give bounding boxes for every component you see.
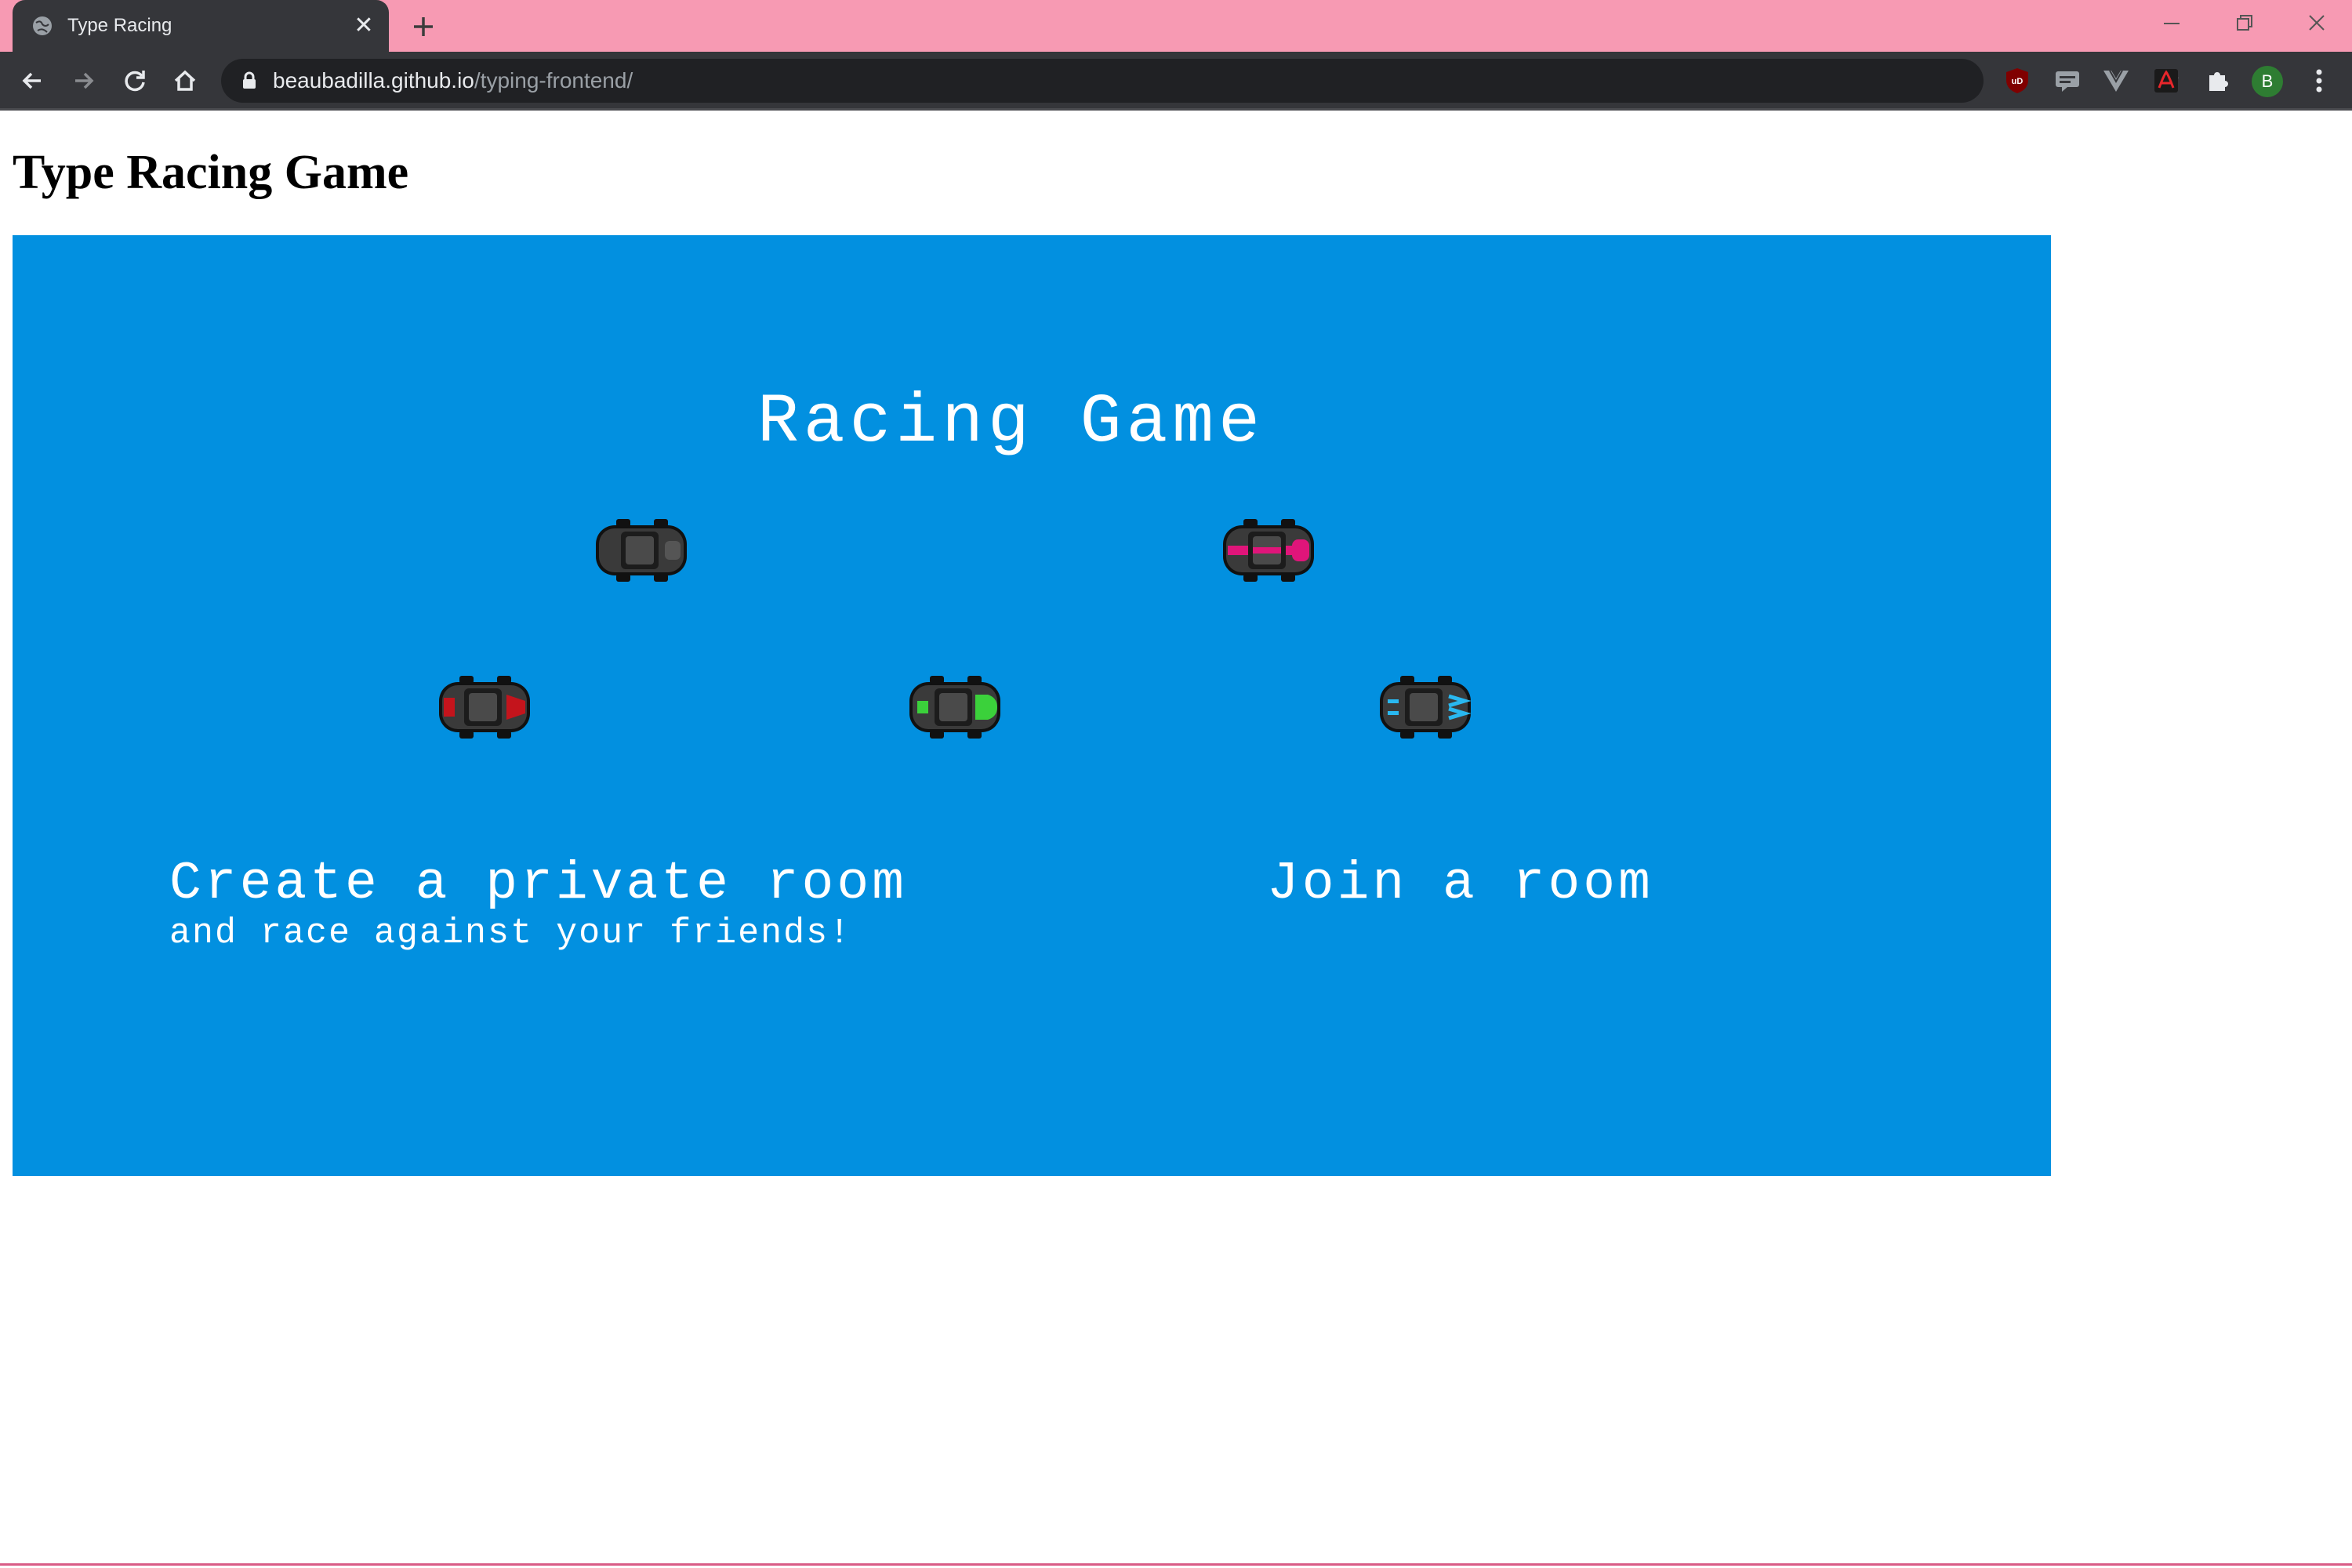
create-room-label: Create a private room (169, 854, 907, 914)
back-arrow-icon[interactable] (16, 64, 50, 98)
pink-car-icon (1223, 519, 1314, 582)
game-title: Racing Game (757, 384, 1265, 462)
reload-icon[interactable] (118, 64, 152, 98)
join-room-label: Join a room (1267, 854, 1653, 914)
extensions-puzzle-icon[interactable] (2203, 66, 2233, 96)
bottom-edge-line (0, 1563, 2352, 1566)
new-tab-plus-icon[interactable] (406, 9, 441, 44)
browser-tab-strip: Type Racing ✕ (0, 0, 2352, 52)
address-bar[interactable]: beaubadilla.github.io/typing-frontend/ (221, 59, 2179, 103)
toolbar-divider (0, 108, 2352, 111)
url-host: beaubadilla.github.io (273, 68, 474, 93)
blue-car-icon (1380, 676, 1472, 739)
forward-arrow-icon[interactable] (66, 64, 100, 98)
profile-avatar[interactable]: B (2252, 66, 2283, 97)
page-title: Type Racing Game (13, 146, 409, 199)
browser-toolbar: beaubadilla.github.io/typing-frontend/ u… (0, 52, 2352, 110)
close-window-icon[interactable] (2292, 8, 2339, 39)
red-car-icon (439, 676, 530, 739)
tab-title: Type Racing (67, 15, 172, 36)
game-canvas[interactable]: Racing Game Create a private room and ra… (13, 235, 2051, 1176)
join-room-button[interactable]: Join a room (1267, 855, 1653, 914)
more-menu-icon[interactable] (2308, 64, 2330, 97)
create-private-room-button[interactable]: Create a private room and race against y… (169, 855, 907, 953)
gray-car-icon (596, 519, 687, 582)
adobe-acrobat-icon[interactable] (2151, 66, 2181, 96)
home-icon[interactable] (168, 64, 202, 98)
svg-text:uD: uD (2012, 77, 2024, 86)
url-text: beaubadilla.github.io/typing-frontend/ (273, 59, 633, 103)
restore-icon[interactable] (2220, 8, 2267, 39)
url-path: /typing-frontend/ (474, 68, 633, 93)
globe-icon (33, 16, 52, 35)
close-tab-icon[interactable]: ✕ (350, 12, 378, 40)
minimize-icon[interactable] (2148, 8, 2195, 39)
browser-tab[interactable]: Type Racing ✕ (13, 0, 389, 52)
subtitles-extension-icon[interactable] (2053, 66, 2082, 96)
ublock-origin-icon[interactable]: uD (2002, 66, 2032, 96)
lock-icon (243, 71, 256, 89)
vue-devtools-icon[interactable] (2101, 66, 2131, 96)
green-car-icon (909, 676, 1000, 739)
create-room-sublabel: and race against your friends! (169, 913, 852, 953)
